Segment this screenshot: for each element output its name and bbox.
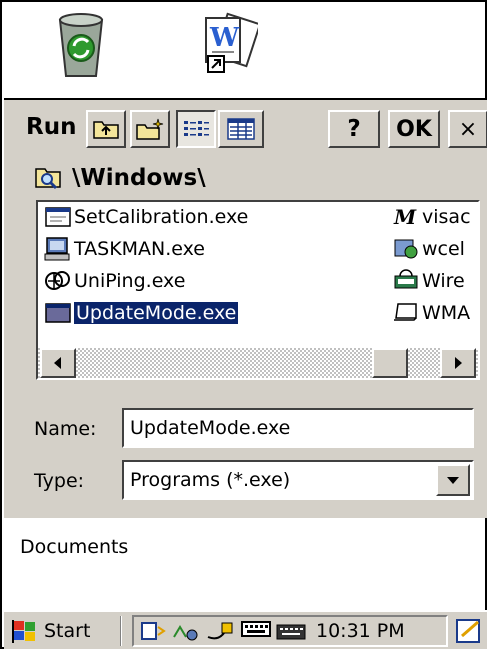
list-item[interactable]: TASKMAN.exe — [44, 234, 205, 264]
taskbar: Start 10:31 PM — [4, 610, 487, 649]
connectivity-icon[interactable] — [140, 619, 166, 643]
details-view-icon — [227, 118, 255, 140]
start-label: Start — [44, 620, 91, 642]
file-name: wcel — [422, 238, 465, 260]
list-item-selected[interactable]: UpdateMode.exe — [44, 298, 239, 328]
taskbar-separator — [120, 616, 122, 646]
wireless-app-icon — [392, 268, 420, 294]
svg-text:W: W — [209, 23, 240, 53]
start-button[interactable]: Start — [10, 616, 90, 646]
dialog-title: Run — [26, 114, 77, 140]
scroll-left-button[interactable] — [40, 348, 76, 378]
file-name: UniPing.exe — [74, 270, 186, 292]
power-plug-icon[interactable] — [206, 619, 236, 643]
dialog-titlebar: Run ? OK × — [4, 100, 487, 162]
device-screen: W Run ? OK × \Windows\ SetCalibration.ex… — [0, 0, 487, 649]
list-item[interactable]: UniPing.exe — [44, 266, 185, 296]
recycle-bin-icon[interactable] — [52, 10, 110, 82]
clock[interactable]: 10:31 PM — [316, 620, 405, 642]
input-panel-icon[interactable] — [240, 619, 272, 643]
name-input[interactable]: UpdateMode.exe — [122, 408, 474, 448]
list-item[interactable]: SetCalibration.exe — [44, 202, 248, 232]
run-dialog: Run ? OK × \Windows\ SetCalibration.exe … — [4, 98, 487, 518]
chevron-down-icon — [447, 477, 459, 484]
up-folder-button[interactable] — [86, 110, 126, 148]
list-item[interactable]: wcel — [392, 234, 465, 264]
file-name: Wire — [422, 270, 465, 292]
list-item[interactable]: Wire — [392, 266, 465, 296]
wordpad-shortcut-icon[interactable]: W — [198, 12, 262, 82]
folder-search-icon — [35, 168, 61, 190]
path-bar: \Windows\ — [34, 162, 206, 194]
file-name: SetCalibration.exe — [74, 206, 249, 228]
file-name: visac — [422, 206, 471, 228]
list-view-icon — [184, 121, 209, 136]
file-name: TASKMAN.exe — [74, 238, 205, 260]
new-folder-button[interactable] — [130, 110, 170, 148]
type-select[interactable]: Programs (*.exe) — [122, 460, 474, 500]
arrow-right-icon — [455, 357, 462, 369]
close-button[interactable]: × — [448, 110, 487, 148]
wcel-app-icon — [392, 236, 420, 262]
windows-flag-icon — [12, 620, 35, 643]
file-name: WMA — [422, 302, 471, 324]
list-view-button[interactable] — [176, 110, 216, 148]
system-tray: 10:31 PM — [132, 615, 448, 647]
wma-app-icon — [392, 300, 420, 326]
details-view-button[interactable] — [218, 110, 264, 148]
type-label: Type: — [34, 470, 85, 492]
name-label: Name: — [34, 418, 97, 440]
file-list[interactable]: SetCalibration.exe TASKMAN.exe UniPing.e… — [36, 200, 480, 380]
file-name: UpdateMode.exe — [74, 302, 239, 324]
updatemode-app-icon — [44, 300, 72, 326]
type-select-value: Programs (*.exe) — [130, 469, 291, 491]
ok-button[interactable]: OK — [388, 110, 440, 148]
scroll-thumb[interactable] — [372, 348, 408, 378]
calibration-app-icon — [44, 204, 72, 230]
arrow-left-icon — [54, 357, 61, 369]
keyboard-icon[interactable] — [276, 620, 306, 642]
svg-text:M: M — [393, 205, 417, 229]
type-dropdown-button[interactable] — [436, 464, 470, 496]
help-button[interactable]: ? — [328, 110, 380, 148]
taskman-app-icon — [44, 236, 72, 262]
current-path: \Windows\ — [72, 165, 206, 191]
up-folder-icon — [93, 121, 119, 139]
network-icon[interactable] — [170, 619, 202, 643]
list-item[interactable]: WMA — [392, 298, 470, 328]
list-item[interactable]: M visac — [392, 202, 471, 232]
uniping-app-icon — [44, 268, 72, 294]
documents-label[interactable]: Documents — [20, 536, 128, 558]
new-folder-icon — [136, 118, 164, 140]
scroll-right-button[interactable] — [440, 348, 476, 378]
horizontal-scrollbar[interactable] — [38, 348, 478, 378]
desktop-shortcut-icon[interactable] — [454, 616, 484, 646]
visa-app-icon: M — [392, 204, 420, 230]
